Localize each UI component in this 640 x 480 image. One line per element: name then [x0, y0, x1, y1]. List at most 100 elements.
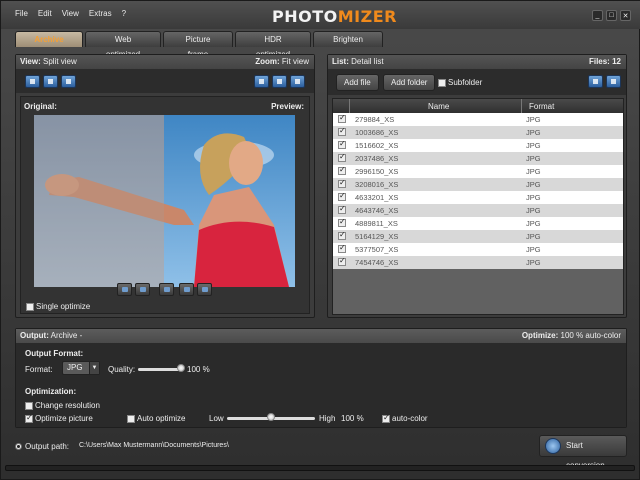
preview-label: Preview: [271, 102, 304, 111]
table-row[interactable]: 2037486_XS JPG [333, 152, 623, 165]
row-file-name: 4643746_XS [355, 206, 399, 215]
compare-icon[interactable] [159, 283, 174, 296]
detail-list-icon[interactable] [588, 75, 603, 88]
auto-color-checkbox[interactable]: auto-color [382, 413, 428, 423]
output-path-value[interactable]: C:\Users\Max Mustermann\Documents\Pictur… [79, 442, 229, 449]
row-checkbox[interactable] [338, 152, 346, 162]
tab-brighten[interactable]: Brighten [313, 31, 383, 47]
row-checkbox[interactable] [338, 113, 346, 123]
quality-unit: % [202, 365, 210, 374]
zoom-fit-icon[interactable] [254, 75, 269, 88]
rotate-right-icon[interactable] [135, 283, 150, 296]
optimize-picture-box[interactable] [25, 413, 33, 423]
output-label: Output: [20, 331, 49, 340]
next-image-icon[interactable] [197, 283, 212, 296]
auto-optimize-checkbox[interactable]: Auto optimize [127, 414, 185, 423]
table-row[interactable]: 5377507_XS JPG [333, 243, 623, 256]
output-path-option[interactable]: Output path: [15, 442, 69, 451]
subfolder-box[interactable] [438, 78, 446, 87]
view-value: Split view [42, 57, 77, 66]
tab-archive[interactable]: Archive [15, 31, 83, 47]
split-preview-photo [34, 115, 295, 287]
menu-file[interactable]: File [15, 9, 28, 18]
split-view-icon[interactable] [43, 75, 58, 88]
table-row[interactable]: 4889811_XS JPG [333, 217, 623, 230]
start-conversion-button[interactable]: Start conversion [539, 435, 627, 470]
row-file-format: JPG [526, 193, 541, 202]
chevron-down-icon[interactable]: ▼ [89, 362, 99, 374]
row-checkbox[interactable] [338, 139, 346, 149]
preview-image[interactable] [34, 115, 295, 287]
row-file-format: JPG [526, 258, 541, 267]
quality-slider-handle[interactable] [177, 364, 185, 372]
change-resolution-box[interactable] [25, 401, 33, 410]
auto-optimize-box[interactable] [127, 414, 135, 423]
auto-color-label: auto-color [392, 414, 428, 423]
row-file-name: 2037486_XS [355, 154, 399, 163]
thumbnail-list-icon[interactable] [606, 75, 621, 88]
table-row[interactable]: 1516602_XS JPG [333, 139, 623, 152]
window-controls: _ □ ✕ [592, 10, 631, 21]
table-row[interactable]: 5164129_XS JPG [333, 230, 623, 243]
row-file-format: JPG [526, 141, 541, 150]
table-row[interactable]: 4633201_XS JPG [333, 191, 623, 204]
minimize-button[interactable]: _ [592, 10, 603, 21]
optimize-slider-handle[interactable] [267, 413, 275, 421]
row-checkbox[interactable] [338, 256, 346, 266]
subfolder-checkbox[interactable]: Subfolder [438, 78, 482, 87]
row-file-name: 2996150_XS [355, 167, 399, 176]
row-checkbox[interactable] [338, 243, 346, 253]
row-file-name: 7454746_XS [355, 258, 399, 267]
row-checkbox[interactable] [338, 178, 346, 188]
row-file-format: JPG [526, 219, 541, 228]
table-row[interactable]: 279884_XS JPG [333, 113, 623, 126]
row-checkbox[interactable] [338, 217, 346, 227]
zoom-actual-icon[interactable] [290, 75, 305, 88]
column-name-header[interactable]: Name [428, 102, 449, 111]
row-file-format: JPG [526, 115, 541, 124]
app-logo: PHOTOMIZER [272, 7, 397, 26]
quality-number: 100 [187, 365, 201, 374]
tab-hdr-optimized[interactable]: HDR optimized [235, 31, 311, 59]
column-format-header[interactable]: Format [529, 102, 554, 111]
tab-picture-frame[interactable]: Picture frame [163, 31, 233, 59]
high-label: High [319, 414, 336, 423]
format-select[interactable]: JPG ▼ [62, 361, 100, 375]
export-icon[interactable] [179, 283, 194, 296]
row-checkbox[interactable] [338, 191, 346, 201]
row-file-format: JPG [526, 154, 541, 163]
quality-slider[interactable] [138, 368, 181, 371]
single-optimize-checkbox[interactable]: Single optimize [26, 302, 90, 311]
auto-color-box[interactable] [382, 413, 390, 423]
table-row[interactable]: 3208016_XS JPG [333, 178, 623, 191]
table-row[interactable]: 1003686_XS JPG [333, 126, 623, 139]
menu-extras[interactable]: Extras [89, 9, 112, 18]
file-list-header: Name Format [333, 99, 623, 113]
optimize-picture-checkbox[interactable]: Optimize picture [25, 413, 93, 423]
table-row[interactable]: 2996150_XS JPG [333, 165, 623, 178]
output-path-radio[interactable] [15, 443, 22, 451]
zoom-fill-icon[interactable] [272, 75, 287, 88]
single-optimize-box[interactable] [26, 302, 34, 311]
row-checkbox[interactable] [338, 165, 346, 175]
menu-edit[interactable]: Edit [38, 9, 52, 18]
file-list[interactable]: Name Format 279884_XSJPG1003686_XSJPG151… [332, 98, 624, 315]
close-button[interactable]: ✕ [620, 10, 631, 21]
menu-help[interactable]: ? [122, 9, 126, 18]
maximize-button[interactable]: □ [606, 10, 617, 21]
add-file-button[interactable]: Add file [336, 74, 379, 91]
compare-view-icon[interactable] [61, 75, 76, 88]
rotate-left-icon[interactable] [117, 283, 132, 296]
single-view-icon[interactable] [25, 75, 40, 88]
table-row[interactable]: 7454746_XS JPG [333, 256, 623, 269]
row-checkbox[interactable] [338, 204, 346, 214]
row-file-name: 5164129_XS [355, 232, 399, 241]
menu-view[interactable]: View [62, 9, 79, 18]
tab-web-optimized[interactable]: Web optimized [85, 31, 161, 59]
row-checkbox[interactable] [338, 126, 346, 136]
single-optimize-label: Single optimize [36, 302, 91, 311]
row-checkbox[interactable] [338, 230, 346, 240]
change-resolution-checkbox[interactable]: Change resolution [25, 401, 100, 410]
add-folder-button[interactable]: Add folder [383, 74, 436, 91]
table-row[interactable]: 4643746_XS JPG [333, 204, 623, 217]
